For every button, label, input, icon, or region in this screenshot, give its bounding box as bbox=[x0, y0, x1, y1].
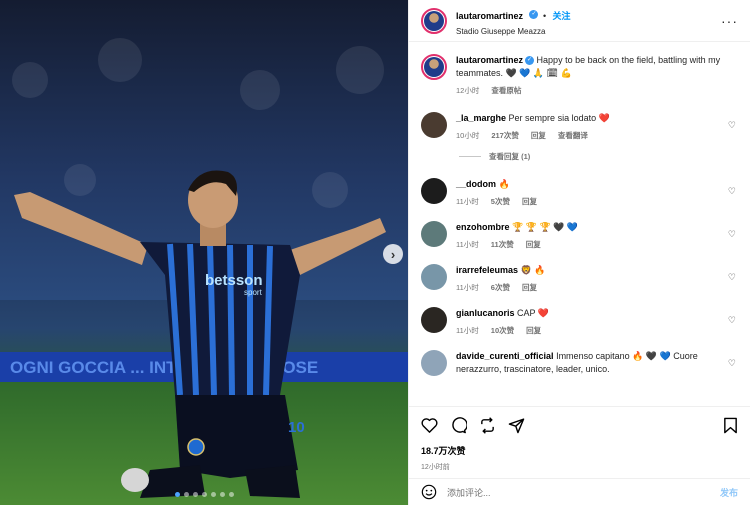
commenter-avatar[interactable] bbox=[421, 264, 447, 290]
shirt-number-text: 10 bbox=[288, 419, 305, 436]
carousel-dots bbox=[0, 492, 408, 497]
post-side-panel: lautaromartinez ✓ • 关注 Stadio Giuseppe M… bbox=[408, 0, 750, 505]
repost-icon[interactable] bbox=[479, 416, 496, 434]
comment-likes[interactable]: 10次赞 bbox=[491, 325, 514, 336]
post-photo[interactable]: OGNI GOCCIA ... INTER ... DION SOSE bets… bbox=[0, 0, 408, 505]
comment-likes[interactable]: 11次赞 bbox=[491, 239, 514, 250]
like-comment-icon[interactable]: ♡ bbox=[728, 272, 736, 283]
commenter-avatar[interactable] bbox=[421, 178, 447, 204]
like-comment-icon[interactable]: ♡ bbox=[728, 358, 736, 369]
like-heart-icon[interactable] bbox=[421, 417, 438, 433]
reply-button[interactable]: 回复 bbox=[522, 196, 537, 207]
comment-text: 🏆 🏆 🏆 🖤 💙 bbox=[512, 222, 579, 232]
author-avatar[interactable] bbox=[421, 7, 447, 34]
post-actions: 18.7万次赞 12小时前 bbox=[409, 406, 750, 478]
comment-username[interactable]: davide_curenti_official bbox=[456, 351, 554, 361]
reply-button[interactable]: 回复 bbox=[526, 325, 541, 336]
caption-time: 12小时 bbox=[456, 86, 480, 95]
reply-button[interactable]: 回复 bbox=[531, 130, 546, 141]
player-celebration-image: OGNI GOCCIA ... INTER ... DION SOSE bets… bbox=[0, 0, 408, 505]
comment-item: __dodom 🔥 11小时 5次赞 回复 ♡ bbox=[421, 178, 738, 207]
commenter-avatar[interactable] bbox=[421, 350, 447, 376]
comment-item: gianlucanoris CAP ❤️ 11小时 10次赞 回复 ♡ bbox=[421, 307, 738, 336]
comment-username[interactable]: irarrefeleumas bbox=[456, 265, 518, 275]
commenter-avatar[interactable] bbox=[421, 307, 447, 333]
comment-time: 10小时 bbox=[456, 131, 480, 140]
translate-link[interactable]: 查看翻译 bbox=[558, 130, 588, 141]
share-send-icon[interactable] bbox=[508, 417, 525, 434]
add-comment-bar: 添加评论... 发布 bbox=[409, 478, 750, 505]
comment-likes[interactable]: 6次赞 bbox=[491, 282, 510, 293]
like-comment-icon[interactable]: ♡ bbox=[728, 315, 736, 326]
comment-likes[interactable]: 5次赞 bbox=[491, 196, 510, 207]
verified-badge-icon: ✓ bbox=[529, 9, 539, 19]
post-header: lautaromartinez ✓ • 关注 Stadio Giuseppe M… bbox=[409, 0, 750, 42]
commenter-avatar[interactable] bbox=[421, 221, 447, 247]
carousel-dot[interactable] bbox=[174, 492, 180, 497]
comment-item: _la_marghe Per sempre sia lodato ❤️ 10小时… bbox=[421, 112, 738, 141]
carousel-dot[interactable] bbox=[228, 492, 234, 497]
save-bookmark-icon[interactable] bbox=[723, 417, 738, 434]
comment-text: Per sempre sia lodato ❤️ bbox=[508, 113, 610, 123]
reply-button[interactable]: 回复 bbox=[522, 282, 537, 293]
comment-item: enzohombre 🏆 🏆 🏆 🖤 💙 11小时 11次赞 回复 ♡ bbox=[421, 221, 738, 250]
follow-button[interactable]: 关注 bbox=[553, 11, 571, 21]
verified-badge-icon: ✓ bbox=[525, 56, 535, 66]
comment-time: 11小时 bbox=[456, 283, 479, 292]
caption-username[interactable]: lautaromartinez bbox=[456, 55, 523, 65]
comment-text: CAP ❤️ bbox=[517, 308, 550, 318]
sponsor-sub-text: sport bbox=[244, 288, 263, 297]
emoji-icon[interactable] bbox=[421, 484, 437, 500]
comment-item: irarrefeleumas 🦁 🔥 11小时 6次赞 回复 ♡ bbox=[421, 264, 738, 293]
post-timestamp: 12小时前 bbox=[421, 464, 450, 471]
comment-username[interactable]: _la_marghe bbox=[456, 113, 506, 123]
post-comment-button[interactable]: 发布 bbox=[720, 486, 738, 499]
comment-username[interactable]: enzohombre bbox=[456, 222, 510, 232]
location-link[interactable]: Stadio Giuseppe Meazza bbox=[456, 27, 721, 36]
comment-text: 🦁 🔥 bbox=[520, 265, 546, 275]
comment-time: 11小时 bbox=[456, 197, 479, 206]
comment-item: davide_curenti_official Immenso capitano… bbox=[421, 350, 738, 376]
like-comment-icon[interactable]: ♡ bbox=[728, 120, 736, 131]
comment-time: 11小时 bbox=[456, 240, 479, 249]
comment-input[interactable]: 添加评论... bbox=[447, 486, 720, 499]
comment-username[interactable]: __dodom bbox=[456, 179, 496, 189]
comment-bubble-icon[interactable] bbox=[450, 416, 467, 434]
commenter-avatar[interactable] bbox=[421, 112, 447, 138]
like-comment-icon[interactable]: ♡ bbox=[728, 186, 736, 197]
view-replies-link[interactable]: 查看回复 (1) bbox=[459, 151, 738, 162]
caption: lautaromartinez ✓ Happy to be back on the… bbox=[421, 54, 738, 96]
caption-avatar[interactable] bbox=[421, 54, 447, 80]
carousel-dot[interactable] bbox=[183, 492, 189, 497]
comment-username[interactable]: gianlucanoris bbox=[456, 308, 515, 318]
carousel-dot[interactable] bbox=[192, 492, 198, 497]
see-original-link[interactable]: 查看原帖 bbox=[491, 85, 521, 96]
reply-button[interactable]: 回复 bbox=[526, 239, 541, 250]
comment-time: 11小时 bbox=[456, 326, 479, 335]
comment-text: 🔥 bbox=[498, 179, 510, 189]
comments-list: lautaromartinez ✓ Happy to be back on the… bbox=[409, 42, 750, 406]
comment-likes[interactable]: 217次赞 bbox=[491, 130, 519, 141]
carousel-dot[interactable] bbox=[219, 492, 225, 497]
likes-count[interactable]: 18.7万次赞 bbox=[421, 444, 738, 457]
instagram-post: OGNI GOCCIA ... INTER ... DION SOSE bets… bbox=[0, 0, 750, 505]
more-options-icon[interactable]: ··· bbox=[721, 13, 738, 29]
like-comment-icon[interactable]: ♡ bbox=[728, 229, 736, 240]
next-photo-button[interactable]: › bbox=[383, 244, 403, 264]
carousel-dot[interactable] bbox=[201, 492, 207, 497]
author-username[interactable]: lautaromartinez bbox=[456, 11, 523, 21]
sponsor-text: betsson bbox=[205, 272, 263, 289]
carousel-dot[interactable] bbox=[210, 492, 216, 497]
